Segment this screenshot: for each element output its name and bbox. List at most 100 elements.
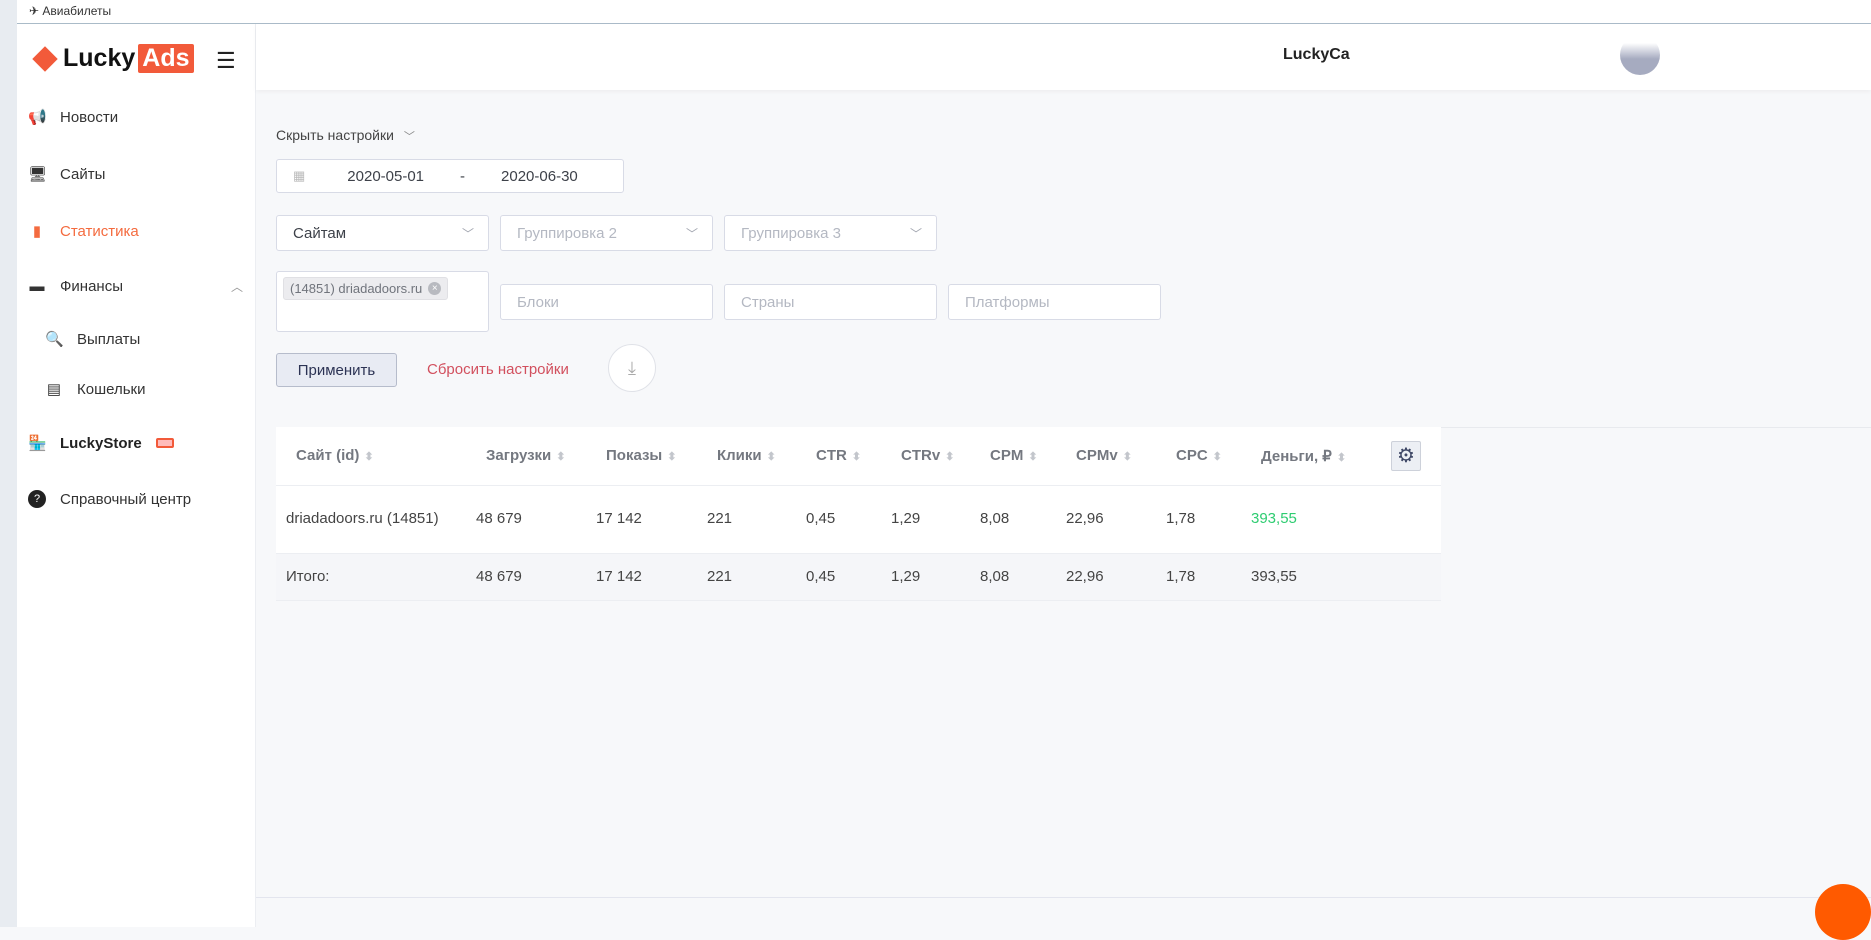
sort-icon[interactable]: ⬍	[1028, 451, 1037, 463]
sidebar-item-label: Финансы	[60, 278, 123, 295]
store-icon: 🏪	[28, 435, 47, 452]
sidebar-item-label: Статистика	[60, 222, 139, 240]
card-icon: ▤	[46, 381, 62, 398]
total-cell: 1,78	[1166, 568, 1196, 585]
footer-divider	[256, 897, 1871, 898]
sidebar-item-label: LuckyStore	[60, 434, 142, 452]
sort-icon[interactable]: ⬍	[1337, 452, 1346, 464]
sidebar-item-label: Кошельки	[77, 380, 146, 398]
sort-icon[interactable]: ⬍	[852, 451, 861, 463]
logo-ads: Ads	[138, 44, 194, 73]
platforms-input[interactable]: Платформы	[948, 284, 1161, 320]
bar-chart-icon: ▮	[32, 223, 42, 240]
sort-icon[interactable]: ⬍	[945, 451, 954, 463]
bookmark-aviabilety[interactable]: Авиабилеты	[42, 4, 111, 18]
gear-icon[interactable]: ⚙	[1391, 441, 1421, 471]
blocks-input[interactable]: Блоки	[500, 284, 713, 320]
total-cell: 393,55	[1251, 568, 1297, 585]
site-tag: (14851) driadadoors.ru ×	[283, 277, 449, 300]
sidebar-item-sites[interactable]: 🖥 Сайты	[28, 165, 243, 184]
sort-icon[interactable]: ⬍	[1123, 451, 1132, 463]
total-cell: 1,29	[891, 568, 921, 585]
user-name[interactable]: LuckyCa	[1283, 46, 1350, 64]
stats-table: Сайт (id) ⬍ Загрузки ⬍ Показы ⬍ Клики ⬍ CTR ⬍ CTRv…	[276, 427, 1441, 601]
chevron-down-icon: ﹀	[685, 227, 698, 241]
bookmarks-bar: ✈ Авиабилеты	[17, 0, 1871, 24]
chat-widget-icon[interactable]	[1815, 884, 1871, 940]
logo-lucky: Lucky	[63, 44, 136, 72]
sidebar-item-news[interactable]: 📢 Новости	[28, 108, 243, 127]
sort-icon[interactable]: ⬍	[364, 451, 373, 463]
table-cell: 8,08	[980, 510, 1010, 527]
menu-toggle-icon[interactable]: ☰	[216, 48, 236, 74]
sort-icon[interactable]: ⬍	[1213, 451, 1222, 463]
column-header[interactable]: Загрузки ⬍	[486, 447, 566, 464]
chevron-down-icon: ﹀	[909, 227, 922, 241]
total-cell: 22,96	[1066, 568, 1104, 585]
chevron-down-icon: ﹀	[403, 131, 415, 143]
help-icon: ?	[28, 490, 46, 508]
logo[interactable]: Lucky Ads	[32, 44, 194, 73]
sidebar-item-statistics[interactable]: ▮ Статистика	[28, 222, 243, 241]
table-cell: 22,96	[1066, 510, 1104, 527]
sidebar-item-finance[interactable]: ▬ Финансы ︿	[28, 278, 244, 295]
megaphone-icon: 📢	[28, 109, 47, 126]
table-total-row: Итого: 48 679 17 142 221 0,45 1,29 8,08 22,96 1,…	[276, 554, 1441, 601]
date-to: 2020-06-30	[501, 167, 578, 185]
column-header[interactable]: CPMv ⬍	[1076, 447, 1132, 464]
avatar[interactable]	[1620, 35, 1660, 75]
date-range-input[interactable]: ▦ 2020-05-01 - 2020-06-30	[276, 159, 624, 193]
sort-icon[interactable]: ⬍	[767, 451, 776, 463]
wallet-icon: ▬	[29, 278, 45, 295]
hide-settings-toggle[interactable]: Скрыть настройки ﹀	[276, 127, 415, 144]
sidebar-item-help[interactable]: ? Справочный центр	[28, 490, 243, 508]
sort-icon[interactable]: ⬍	[556, 451, 565, 463]
column-header[interactable]: CPM ⬍	[990, 447, 1038, 464]
sidebar-item-label: Сайты	[60, 165, 106, 183]
sidebar	[17, 24, 256, 927]
table-cell: 1,29	[891, 510, 921, 527]
os-app-strip	[0, 0, 17, 927]
sidebar-item-luckystore[interactable]: 🏪 LuckyStore	[28, 434, 243, 452]
total-cell: 0,45	[806, 568, 836, 585]
date-separator: -	[460, 167, 466, 185]
column-header[interactable]: Показы ⬍	[606, 447, 676, 464]
plane-icon: ✈	[29, 4, 43, 18]
divider	[1441, 427, 1871, 428]
sort-icon[interactable]: ⬍	[667, 451, 676, 463]
logo-diamond-icon	[32, 45, 58, 72]
remove-tag-icon[interactable]: ×	[428, 282, 442, 295]
total-cell: Итого:	[286, 568, 330, 585]
column-header[interactable]: Сайт (id) ⬍	[296, 447, 374, 464]
date-from: 2020-05-01	[347, 167, 425, 185]
group1-select[interactable]: Сайтам ﹀	[276, 215, 489, 251]
download-icon[interactable]: ⤓	[608, 344, 656, 392]
reset-settings-link[interactable]: Сбросить настройки	[427, 361, 569, 378]
table-cell: 221	[707, 510, 733, 527]
countries-input[interactable]: Страны	[724, 284, 937, 320]
chevron-up-icon: ︿	[230, 280, 243, 294]
apply-button[interactable]: Применить	[276, 353, 397, 387]
sidebar-item-label: Справочный центр	[60, 490, 192, 508]
column-header[interactable]: CTR ⬍	[816, 447, 861, 464]
total-cell: 221	[707, 568, 733, 585]
column-header[interactable]: CPC ⬍	[1176, 447, 1222, 464]
sidebar-item-label: Новости	[60, 108, 119, 126]
search-dollar-icon: 🔍	[45, 331, 64, 348]
column-header[interactable]: Деньги, ₽ ⬍	[1261, 447, 1346, 465]
sites-multiselect[interactable]: (14851) driadadoors.ru ×	[276, 271, 489, 332]
table-cell: 17 142	[596, 510, 642, 527]
table-header: Сайт (id) ⬍ Загрузки ⬍ Показы ⬍ Клики ⬍ CTR ⬍ CTRv…	[276, 427, 1441, 486]
monitor-icon: 🖥	[28, 166, 48, 183]
group3-select[interactable]: Группировка 3 ﹀	[724, 215, 937, 251]
column-header[interactable]: CTRv ⬍	[901, 447, 954, 464]
table-row: driadadoors.ru (14851) 48 679 17 142 221 0,4…	[276, 486, 1441, 554]
sidebar-item-payouts[interactable]: 🔍 Выплаты	[45, 330, 260, 349]
sidebar-item-wallets[interactable]: ▤ Кошельки	[45, 380, 260, 399]
column-header[interactable]: Клики ⬍	[717, 447, 776, 464]
chevron-down-icon: ﹀	[461, 227, 474, 241]
group2-select[interactable]: Группировка 2 ﹀	[500, 215, 713, 251]
calendar-icon: ▦	[293, 168, 306, 183]
total-cell: 17 142	[596, 568, 642, 585]
table-cell: 393,55	[1251, 510, 1297, 527]
